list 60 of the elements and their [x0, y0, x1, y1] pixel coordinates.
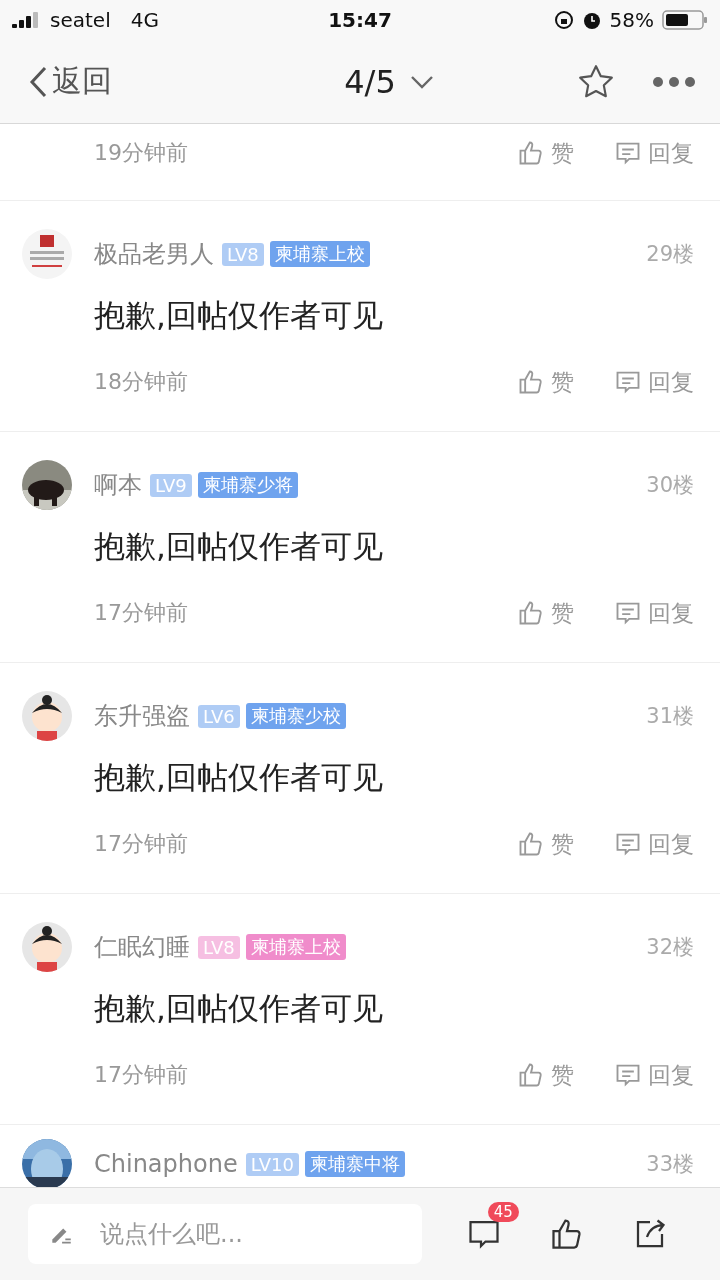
like-button[interactable]: 赞 — [517, 1059, 574, 1091]
user-name[interactable]: 极品老男人 — [94, 238, 214, 270]
post-time: 19分钟前 — [94, 139, 189, 167]
back-button[interactable]: 返回 — [28, 61, 112, 102]
reply-button[interactable]: 回复 — [614, 1059, 694, 1091]
rank-tag: 柬埔寨中将 — [304, 1151, 405, 1177]
post-content: 抱歉,回帖仅作者可见 — [94, 758, 384, 797]
level-tag: LV9 — [150, 473, 192, 497]
network-type: 4G — [130, 8, 159, 32]
rank-tag: 柬埔寨上校 — [269, 241, 370, 267]
floor-number: 29楼 — [646, 241, 694, 268]
page-selector[interactable]: 4/5 — [202, 61, 576, 102]
comment-count: 45 — [487, 1202, 519, 1222]
rotation-lock-icon — [553, 10, 574, 30]
post-time: 17分钟前 — [94, 1061, 189, 1089]
clock-time: 15:47 — [328, 8, 392, 32]
like-button[interactable]: 赞 — [517, 597, 574, 629]
post-time: 18分钟前 — [94, 368, 189, 396]
like-button[interactable]: 赞 — [517, 366, 574, 398]
post-content: 抱歉,回帖仅作者可见 — [94, 989, 384, 1028]
rank-tag: 柬埔寨少将 — [197, 472, 298, 498]
thumbs-up-icon — [517, 368, 545, 396]
user-name[interactable]: 啊本 — [94, 469, 142, 501]
reply-button[interactable]: 回复 — [614, 137, 694, 169]
chevron-left-icon — [28, 64, 48, 99]
thumbs-up-icon — [517, 599, 545, 627]
reply-button[interactable]: 回复 — [614, 366, 694, 398]
floor-number: 30楼 — [646, 472, 694, 499]
user-name[interactable]: 仁眠幻睡 — [94, 931, 190, 963]
post-content: 抱歉,回帖仅作者可见 — [94, 527, 384, 566]
rank-tag: 柬埔寨少校 — [245, 703, 346, 729]
like-button[interactable]: 赞 — [517, 828, 574, 860]
level-tag: LV6 — [198, 704, 240, 728]
floor-number: 31楼 — [646, 703, 694, 730]
reply-button[interactable]: 回复 — [614, 828, 694, 860]
rank-tag: 柬埔寨上校 — [245, 934, 346, 960]
chevron-down-icon — [409, 74, 434, 89]
level-tag: LV10 — [245, 1152, 299, 1176]
thumbs-up-icon — [517, 1061, 545, 1089]
like-button[interactable]: 赞 — [517, 137, 574, 169]
battery-icon — [662, 10, 708, 30]
alarm-icon — [581, 10, 602, 30]
reply-button[interactable]: 回复 — [614, 597, 694, 629]
level-tag: LV8 — [198, 935, 240, 959]
thumbs-up-icon — [517, 830, 545, 858]
user-name[interactable]: 东升强盗 — [94, 700, 190, 732]
user-name[interactable]: Chinaphone — [94, 1150, 238, 1178]
comment-input[interactable]: 说点什么吧... — [98, 1219, 402, 1249]
post-time: 17分钟前 — [94, 599, 189, 627]
battery-percent: 58% — [609, 8, 654, 32]
thumbs-up-icon — [517, 139, 545, 167]
signal-icon — [12, 12, 40, 28]
more-icon[interactable] — [652, 75, 696, 88]
post-content: 抱歉,回帖仅作者可见 — [94, 296, 384, 335]
comment-field[interactable]: 说点什么吧... — [28, 1204, 422, 1264]
level-tag: LV8 — [222, 242, 264, 266]
carrier-name: seatel — [50, 8, 111, 32]
post-time: 17分钟前 — [94, 830, 189, 858]
floor-number: 32楼 — [646, 934, 694, 961]
floor-number: 33楼 — [646, 1151, 694, 1178]
